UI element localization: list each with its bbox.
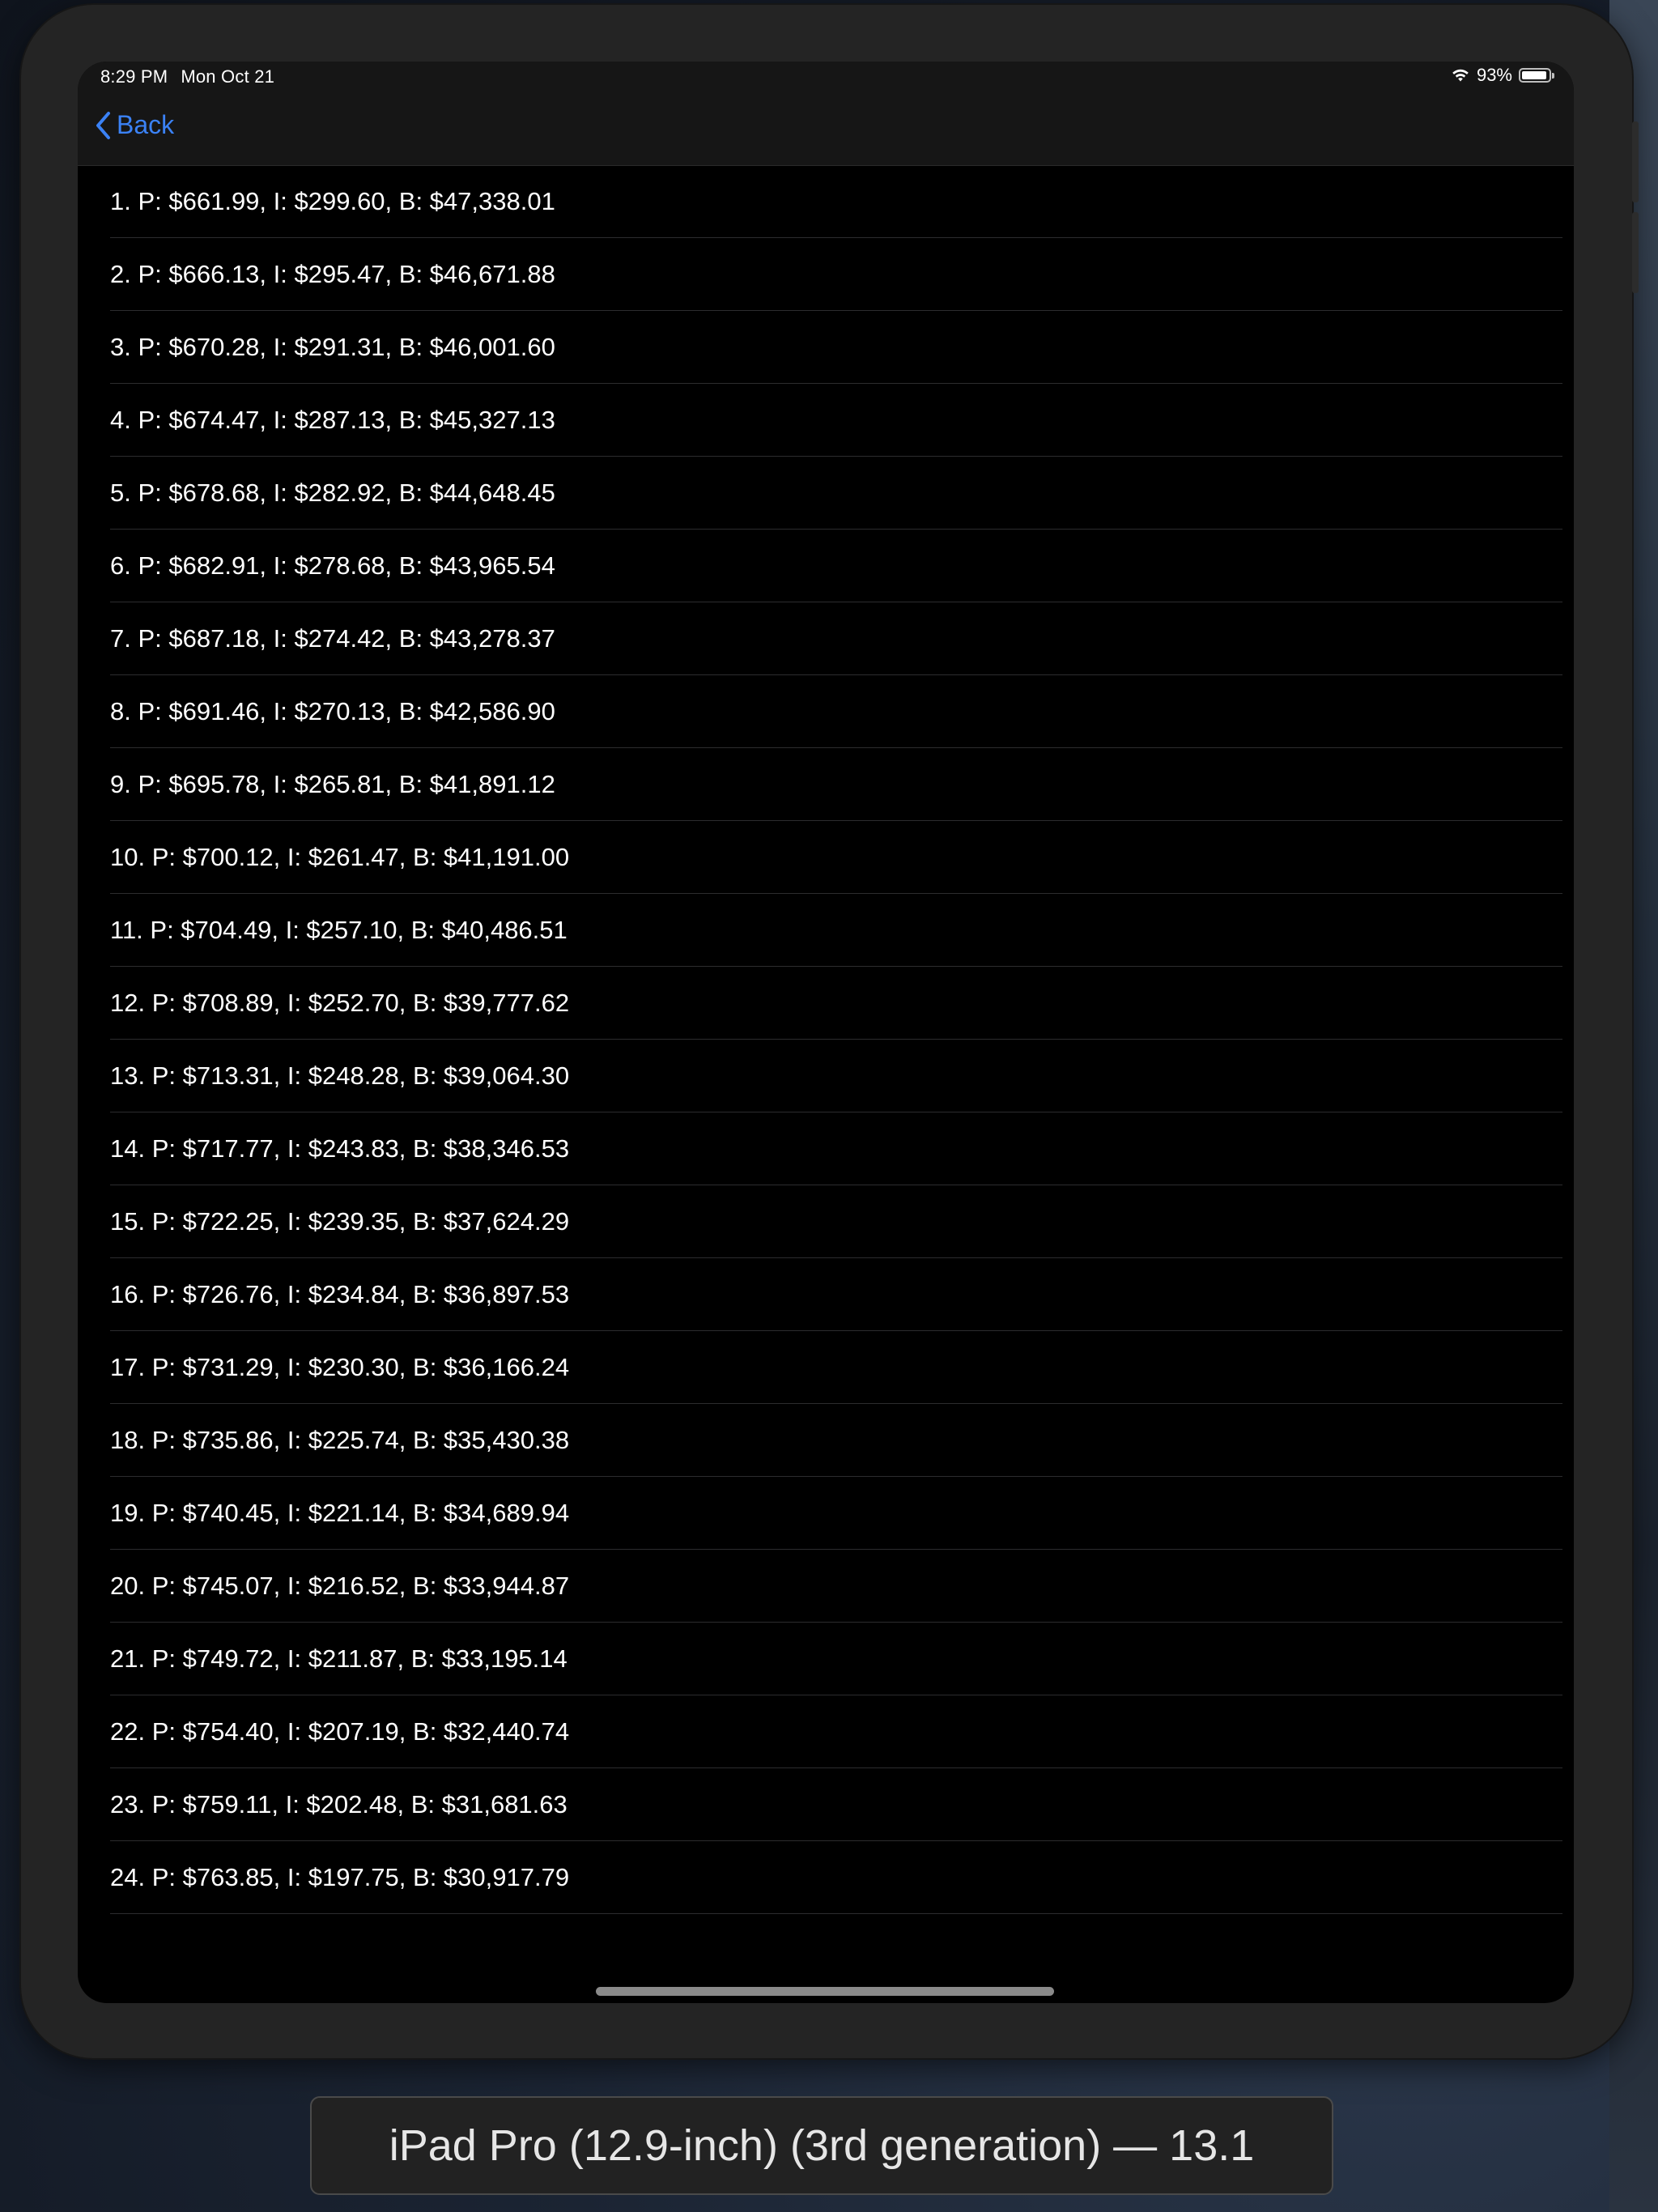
list-item[interactable]: 4. P: $674.47, I: $287.13, B: $45,327.13: [110, 384, 1562, 457]
list-item-label: 23. P: $759.11, I: $202.48, B: $31,681.6…: [110, 1789, 568, 1819]
status-bar-right: 93%: [1451, 65, 1554, 86]
list-item-label: 1. P: $661.99, I: $299.60, B: $47,338.01: [110, 186, 555, 215]
list-item[interactable]: 20. P: $745.07, I: $216.52, B: $33,944.8…: [110, 1550, 1562, 1623]
list-item-label: 2. P: $666.13, I: $295.47, B: $46,671.88: [110, 259, 555, 288]
battery-cap: [1552, 73, 1554, 79]
simulator-device-label: iPad Pro (12.9-inch) (3rd generation) — …: [310, 2096, 1333, 2195]
list-item[interactable]: 2. P: $666.13, I: $295.47, B: $46,671.88: [110, 238, 1562, 311]
list-item-label: 19. P: $740.45, I: $221.14, B: $34,689.9…: [110, 1498, 570, 1527]
list-item[interactable]: 5. P: $678.68, I: $282.92, B: $44,648.45: [110, 457, 1562, 530]
list-item[interactable]: 16. P: $726.76, I: $234.84, B: $36,897.5…: [110, 1258, 1562, 1331]
list-item[interactable]: 1. P: $661.99, I: $299.60, B: $47,338.01: [110, 165, 1562, 238]
home-indicator[interactable]: [596, 1987, 1054, 1996]
list-item-label: 13. P: $713.31, I: $248.28, B: $39,064.3…: [110, 1061, 570, 1090]
list-item-label: 21. P: $749.72, I: $211.87, B: $33,195.1…: [110, 1644, 568, 1673]
wifi-icon: [1451, 68, 1470, 83]
list-item-label: 12. P: $708.89, I: $252.70, B: $39,777.6…: [110, 988, 570, 1017]
list-item[interactable]: 13. P: $713.31, I: $248.28, B: $39,064.3…: [110, 1040, 1562, 1112]
device-screen: 8:29 PM Mon Oct 21 93% Back 1. P: $661.9…: [78, 62, 1574, 2003]
list-item[interactable]: 11. P: $704.49, I: $257.10, B: $40,486.5…: [110, 894, 1562, 967]
volume-up-button: [1632, 121, 1639, 202]
list-item-label: 18. P: $735.86, I: $225.74, B: $35,430.3…: [110, 1425, 570, 1454]
list-item-label: 20. P: $745.07, I: $216.52, B: $33,944.8…: [110, 1571, 570, 1600]
list-item[interactable]: 10. P: $700.12, I: $261.47, B: $41,191.0…: [110, 821, 1562, 894]
list-item[interactable]: 9. P: $695.78, I: $265.81, B: $41,891.12: [110, 748, 1562, 821]
list-item[interactable]: 14. P: $717.77, I: $243.83, B: $38,346.5…: [110, 1112, 1562, 1185]
battery-icon: [1519, 68, 1554, 83]
list-item[interactable]: 3. P: $670.28, I: $291.31, B: $46,001.60: [110, 311, 1562, 384]
list-item-label: 8. P: $691.46, I: $270.13, B: $42,586.90: [110, 696, 555, 725]
list-item[interactable]: 23. P: $759.11, I: $202.48, B: $31,681.6…: [110, 1768, 1562, 1841]
list-item-label: 16. P: $726.76, I: $234.84, B: $36,897.5…: [110, 1279, 570, 1308]
list-item[interactable]: 12. P: $708.89, I: $252.70, B: $39,777.6…: [110, 967, 1562, 1040]
chevron-left-icon: [94, 111, 112, 140]
battery-level-fill: [1522, 71, 1546, 79]
list-item[interactable]: 8. P: $691.46, I: $270.13, B: $42,586.90: [110, 675, 1562, 748]
list-item-label: 11. P: $704.49, I: $257.10, B: $40,486.5…: [110, 915, 568, 944]
list-item[interactable]: 19. P: $740.45, I: $221.14, B: $34,689.9…: [110, 1477, 1562, 1550]
list-item-label: 14. P: $717.77, I: $243.83, B: $38,346.5…: [110, 1134, 570, 1163]
list-item-label: 10. P: $700.12, I: $261.47, B: $41,191.0…: [110, 842, 570, 871]
list-item-label: 22. P: $754.40, I: $207.19, B: $32,440.7…: [110, 1716, 570, 1746]
battery-percentage: 93%: [1476, 65, 1512, 85]
list-item-label: 9. P: $695.78, I: $265.81, B: $41,891.12: [110, 769, 555, 798]
list-item-label: 24. P: $763.85, I: $197.75, B: $30,917.7…: [110, 1862, 570, 1891]
status-time: 8:29 PM: [100, 66, 168, 87]
list-item[interactable]: 6. P: $682.91, I: $278.68, B: $43,965.54: [110, 530, 1562, 602]
status-bar-left: 8:29 PM Mon Oct 21: [100, 66, 274, 87]
list-item-label: 6. P: $682.91, I: $278.68, B: $43,965.54: [110, 551, 555, 580]
list-item-label: 3. P: $670.28, I: $291.31, B: $46,001.60: [110, 332, 555, 361]
back-button-label: Back: [117, 110, 175, 139]
list-item-label: 5. P: $678.68, I: $282.92, B: $44,648.45: [110, 478, 555, 507]
list-item[interactable]: 21. P: $749.72, I: $211.87, B: $33,195.1…: [110, 1623, 1562, 1695]
list-item-label: 15. P: $722.25, I: $239.35, B: $37,624.2…: [110, 1206, 570, 1236]
list-item-label: 17. P: $731.29, I: $230.30, B: $36,166.2…: [110, 1352, 570, 1381]
list-item[interactable]: 15. P: $722.25, I: $239.35, B: $37,624.2…: [110, 1185, 1562, 1258]
list-item[interactable]: 17. P: $731.29, I: $230.30, B: $36,166.2…: [110, 1331, 1562, 1404]
list-item[interactable]: 7. P: $687.18, I: $274.42, B: $43,278.37: [110, 602, 1562, 675]
payment-schedule-list[interactable]: 1. P: $661.99, I: $299.60, B: $47,338.01…: [78, 165, 1574, 1914]
status-date: Mon Oct 21: [181, 66, 275, 87]
list-item-label: 4. P: $674.47, I: $287.13, B: $45,327.13: [110, 405, 555, 434]
back-button[interactable]: Back: [94, 110, 174, 140]
list-item[interactable]: 24. P: $763.85, I: $197.75, B: $30,917.7…: [110, 1841, 1562, 1914]
volume-down-button: [1632, 212, 1639, 293]
list-item[interactable]: 22. P: $754.40, I: $207.19, B: $32,440.7…: [110, 1695, 1562, 1768]
list-item[interactable]: 18. P: $735.86, I: $225.74, B: $35,430.3…: [110, 1404, 1562, 1477]
list-item-label: 7. P: $687.18, I: $274.42, B: $43,278.37: [110, 623, 555, 653]
navigation-bar: 8:29 PM Mon Oct 21 93% Back: [78, 62, 1574, 166]
